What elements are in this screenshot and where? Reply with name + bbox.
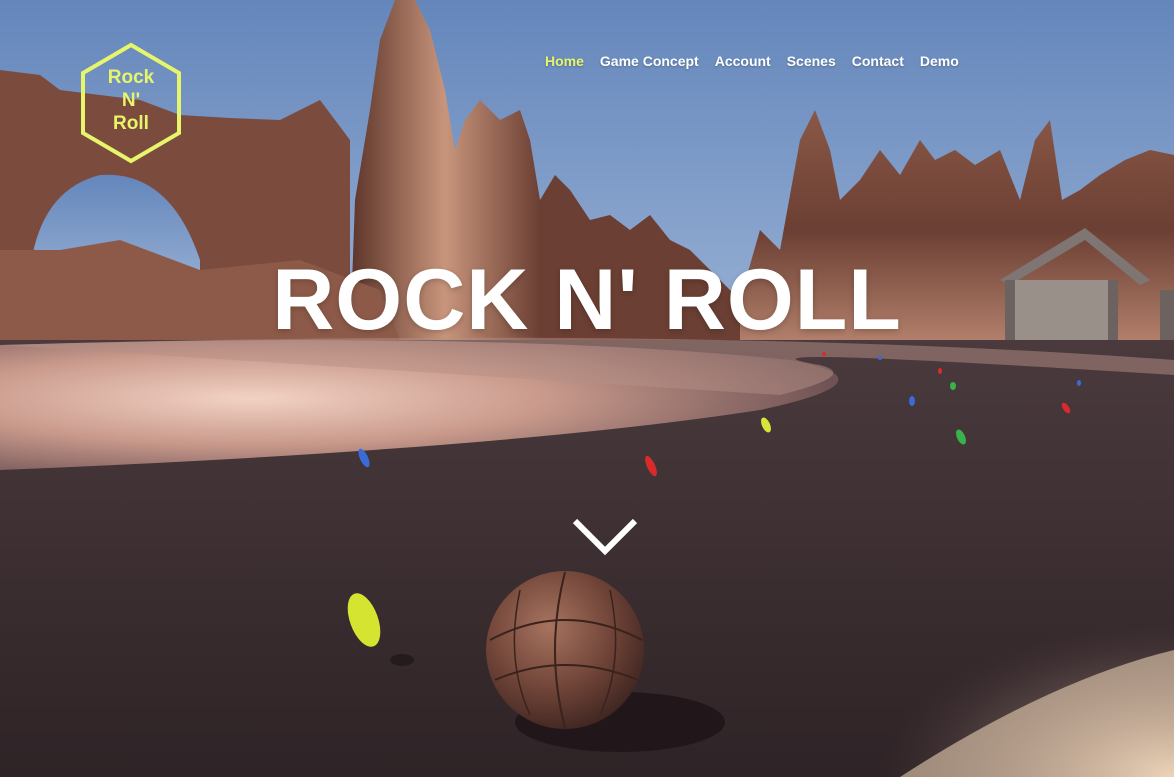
logo-line-2: N' [121,90,141,111]
nav-contact[interactable]: Contact [844,52,912,70]
logo[interactable]: Rock N' Roll [79,42,183,164]
nav-scenes[interactable]: Scenes [779,52,844,70]
nav-game-concept[interactable]: Game Concept [592,52,707,70]
logo-line-3: Roll [113,113,149,134]
scroll-down-button[interactable] [570,516,640,560]
logo-line-1: Rock [107,67,155,88]
nav-home[interactable]: Home [544,52,592,70]
logo-text: Rock N' Roll [79,66,183,135]
nav-account[interactable]: Account [707,52,779,70]
chevron-down-icon [572,518,638,556]
nav-demo[interactable]: Demo [912,52,967,70]
hero-title: ROCK N' ROLL [272,252,902,348]
main-nav: Home Game Concept Account Scenes Contact… [544,52,967,70]
